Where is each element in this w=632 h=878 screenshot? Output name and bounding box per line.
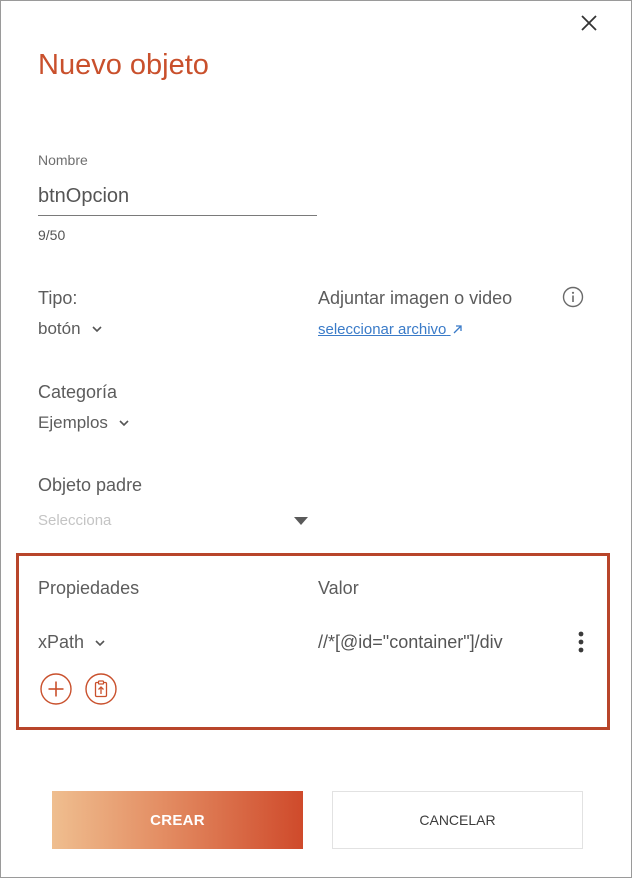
property-type-dropdown[interactable]: xPath xyxy=(38,632,106,653)
close-icon[interactable] xyxy=(577,11,601,35)
select-file-link-text: seleccionar archivo xyxy=(318,321,447,338)
more-options-icon[interactable] xyxy=(572,629,590,657)
parent-object-label: Objeto padre xyxy=(38,475,143,495)
name-input[interactable] xyxy=(38,177,317,216)
category-label: Categoría xyxy=(38,382,118,402)
cancel-button[interactable]: CANCELAR xyxy=(332,791,583,849)
external-link-icon xyxy=(453,325,462,334)
category-value: Ejemplos xyxy=(38,413,108,432)
type-label: Tipo: xyxy=(38,288,78,308)
chevron-down-icon xyxy=(95,639,105,646)
value-header: Valor xyxy=(318,578,359,598)
properties-header: Propiedades xyxy=(38,578,140,598)
parent-object-select[interactable]: Selecciona xyxy=(38,509,311,533)
new-object-dialog: Nuevo objeto Nombre 9/50 Tipo: botón Adj… xyxy=(0,0,632,878)
clipboard-upload-icon[interactable] xyxy=(85,673,117,705)
chevron-down-icon xyxy=(119,420,129,427)
parent-object-placeholder: Selecciona xyxy=(38,512,112,529)
name-label: Nombre xyxy=(38,152,88,168)
name-char-counter: 9/50 xyxy=(38,227,66,243)
property-value-input[interactable] xyxy=(318,629,544,655)
info-icon[interactable] xyxy=(562,286,584,308)
create-button[interactable]: CREAR xyxy=(52,791,303,849)
chevron-down-icon xyxy=(91,326,102,333)
select-file-link[interactable]: seleccionar archivo xyxy=(318,321,462,338)
category-dropdown[interactable]: Ejemplos xyxy=(38,413,130,433)
caret-down-icon xyxy=(294,517,308,525)
attachment-label: Adjuntar imagen o video xyxy=(318,288,513,308)
property-type-value: xPath xyxy=(38,632,85,652)
plus-circle-icon[interactable] xyxy=(40,673,72,705)
dialog-title: Nuevo objeto xyxy=(38,49,209,81)
type-dropdown[interactable]: botón xyxy=(38,319,103,339)
type-value: botón xyxy=(38,319,81,338)
